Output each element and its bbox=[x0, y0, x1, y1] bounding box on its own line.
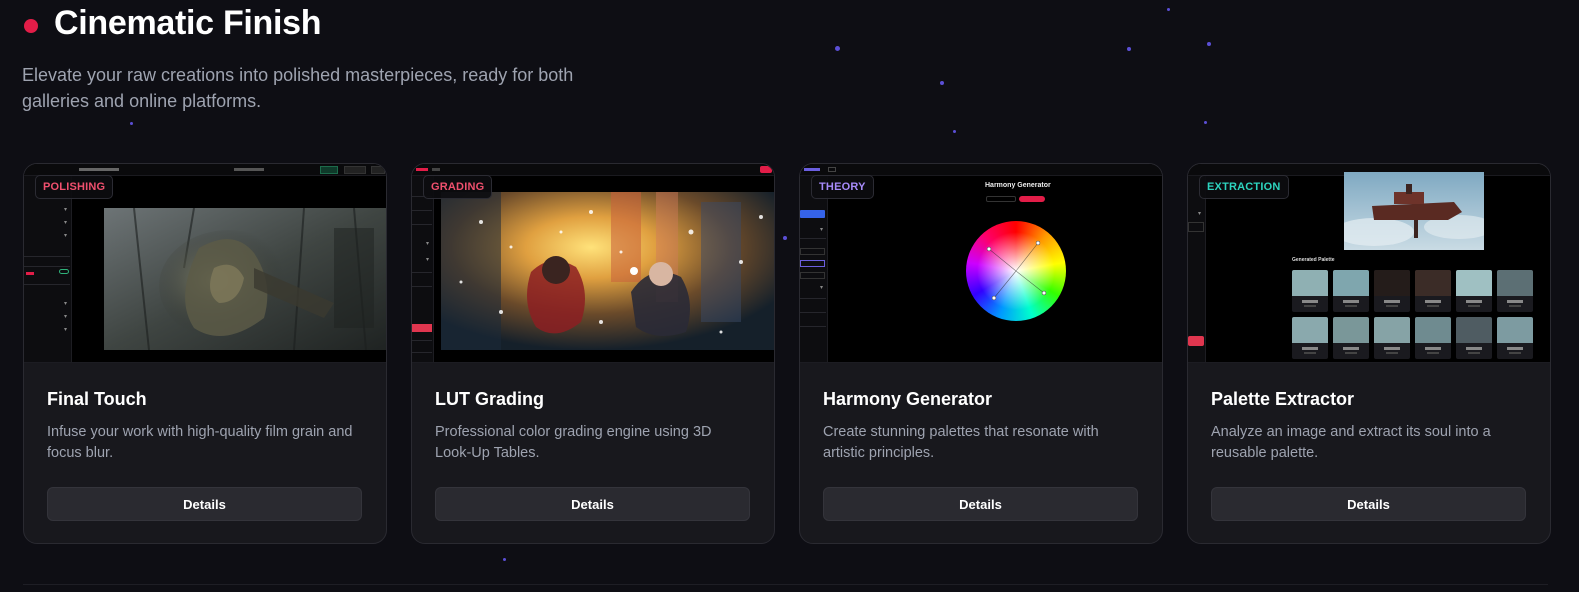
details-button[interactable]: Details bbox=[435, 487, 750, 521]
preview-heading: Harmony Generator bbox=[985, 182, 1051, 189]
palette-swatch[interactable] bbox=[1456, 317, 1492, 359]
color-wheel[interactable] bbox=[966, 221, 1066, 321]
preview-image-statue bbox=[104, 208, 386, 350]
palette-swatch[interactable] bbox=[1374, 317, 1410, 359]
card-description: Professional color grading engine using … bbox=[435, 424, 712, 461]
card-description: Analyze an image and extract its soul in… bbox=[1211, 424, 1491, 461]
background-star bbox=[1167, 8, 1170, 11]
palette-swatch[interactable] bbox=[1456, 270, 1492, 312]
category-tag: THEORY bbox=[811, 175, 874, 199]
preview-image-airship bbox=[1344, 172, 1484, 250]
card-preview-lut-grading: ▾ ▾ GRADING bbox=[412, 164, 774, 363]
feature-card-lut-grading: ▾ ▾ GRADING LUT Grading Professional col… bbox=[411, 163, 775, 544]
card-description: Infuse your work with high-quality film … bbox=[47, 424, 353, 461]
palette-swatch[interactable] bbox=[1292, 270, 1328, 312]
section-accent-dot bbox=[24, 18, 38, 33]
background-star bbox=[953, 130, 956, 133]
background-star bbox=[1204, 121, 1207, 124]
background-star bbox=[503, 558, 506, 561]
preview-sidebar: ▾ ▾ ▾ ▾ ▾ ▾ bbox=[24, 176, 72, 362]
feature-cards: ▾ ▾ ▾ ▾ ▾ ▾ POLISHING Final Touch Infuse… bbox=[23, 163, 1551, 544]
category-tag: GRADING bbox=[423, 175, 493, 199]
background-star bbox=[130, 122, 133, 125]
palette-swatch[interactable] bbox=[1497, 317, 1533, 359]
feature-card-harmony-generator: ▾ ▾ Harmony Generator THEORY Harmony Gen… bbox=[799, 163, 1163, 544]
card-title: LUT Grading bbox=[435, 389, 544, 409]
preview-sidebar: ▾ ▾ bbox=[412, 176, 434, 362]
preview-image-snow-scene bbox=[441, 192, 774, 350]
preview-sidebar: ▾ ▾ bbox=[800, 176, 828, 362]
palette-swatch[interactable] bbox=[1292, 317, 1328, 359]
palette-swatch[interactable] bbox=[1333, 270, 1369, 312]
background-star bbox=[1127, 47, 1131, 51]
palette-swatch[interactable] bbox=[1415, 270, 1451, 312]
details-button[interactable]: Details bbox=[47, 487, 362, 521]
background-star bbox=[940, 81, 944, 85]
preview-sidebar: ▾ bbox=[1188, 176, 1206, 362]
details-button[interactable]: Details bbox=[823, 487, 1138, 521]
palette-swatch[interactable] bbox=[1415, 317, 1451, 359]
card-title: Final Touch bbox=[47, 389, 147, 409]
card-preview-palette-extractor: ▾ Generated Palette EXTRACTION bbox=[1188, 164, 1550, 363]
palette-swatch-grid bbox=[1292, 270, 1533, 359]
category-tag: POLISHING bbox=[35, 175, 114, 199]
preview-heading: Generated Palette bbox=[1292, 257, 1335, 263]
feature-card-palette-extractor: ▾ Generated Palette EXTRACTION Palette E… bbox=[1187, 163, 1551, 544]
palette-swatch[interactable] bbox=[1333, 317, 1369, 359]
card-title: Harmony Generator bbox=[823, 389, 993, 409]
details-button[interactable]: Details bbox=[1211, 487, 1526, 521]
background-star bbox=[1207, 42, 1211, 46]
card-preview-final-touch: ▾ ▾ ▾ ▾ ▾ ▾ POLISHING bbox=[24, 164, 386, 363]
section-description: Elevate your raw creations into polished… bbox=[22, 65, 574, 111]
palette-swatch[interactable] bbox=[1497, 270, 1533, 312]
palette-swatch[interactable] bbox=[1374, 270, 1410, 312]
section-divider bbox=[23, 584, 1548, 585]
category-tag: EXTRACTION bbox=[1199, 175, 1289, 199]
card-preview-harmony-generator: ▾ ▾ Harmony Generator THEORY bbox=[800, 164, 1162, 363]
section-title: Cinematic Finish bbox=[54, 4, 322, 42]
card-description: Create stunning palettes that resonate w… bbox=[823, 424, 1099, 461]
feature-card-final-touch: ▾ ▾ ▾ ▾ ▾ ▾ POLISHING Final Touch Infuse… bbox=[23, 163, 387, 544]
card-title: Palette Extractor bbox=[1211, 389, 1355, 409]
page: Cinematic Finish Elevate your raw creati… bbox=[0, 0, 1579, 592]
section-header: Cinematic Finish bbox=[24, 4, 322, 43]
background-star bbox=[835, 46, 840, 51]
